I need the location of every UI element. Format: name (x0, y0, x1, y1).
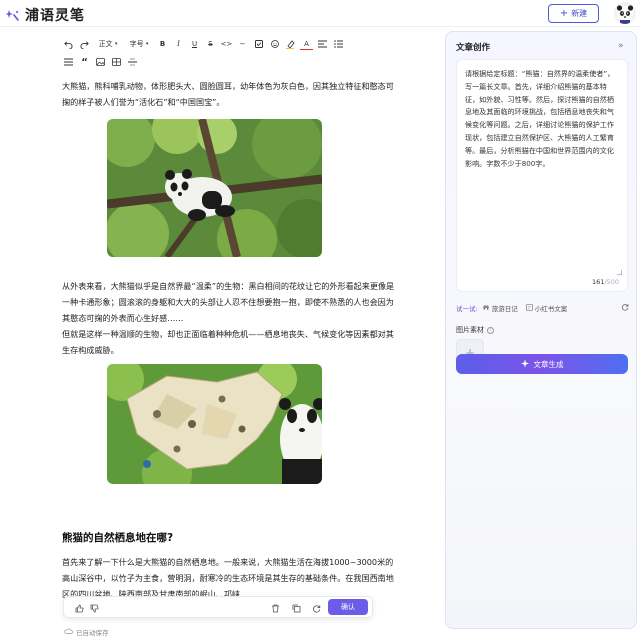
article-paragraph-4: 首先来了解一下什么是大熊猫的自然栖息地。一般来说，大熊猫生活在海拔1000~30… (62, 557, 394, 599)
info-icon[interactable]: i (487, 326, 494, 334)
floating-action-bar: 确认 (63, 596, 373, 618)
table-icon[interactable] (110, 55, 123, 69)
underline-icon[interactable]: U (188, 37, 201, 51)
try-option-xiaohongshu[interactable]: 小红书文案 (525, 303, 568, 313)
paragraph-style-label: 正文 (98, 40, 113, 48)
article-paragraph-2: 从外表来看，大熊猫似乎是自然界最“温柔”的生物：黑白相间的花纹让它的外形看起来更… (62, 281, 395, 323)
generate-label: 文章生成 (533, 359, 564, 369)
article-body[interactable]: 大熊猫，熊科哺乳动物，体形肥头大、圆脸圆耳，幼年体色为灰白色，因其独立特征和憨态… (62, 78, 396, 599)
logo-sparkle-icon (6, 8, 20, 22)
article-paragraph-1: 大熊猫，熊科哺乳动物，体形肥头大、圆脸圆耳，幼年体色为灰白色，因其独立特征和憨态… (62, 81, 394, 107)
refresh-icon[interactable] (621, 303, 629, 313)
try-option-travel-diary[interactable]: 旅游日记 (482, 303, 518, 313)
copy-icon[interactable] (290, 602, 302, 614)
panel-title: 文章创作 (456, 43, 491, 53)
thumbs-up-icon[interactable] (73, 602, 85, 614)
delete-icon[interactable] (269, 602, 281, 614)
code-icon[interactable]: <> (220, 37, 233, 51)
thumbs-down-icon[interactable] (88, 602, 100, 614)
ordered-list-icon[interactable] (62, 55, 75, 69)
highlight-icon[interactable] (284, 37, 297, 51)
paragraph-style-select[interactable]: 正文 ▾ (94, 37, 122, 51)
image-material-text: 图片素材 (456, 326, 484, 334)
panda-map-image[interactable] (107, 364, 322, 484)
autosave-status: 已自动保存 (64, 627, 109, 637)
new-button[interactable]: + 新建 (548, 4, 599, 23)
autosave-label: 已自动保存 (76, 629, 109, 637)
quote-icon[interactable]: “ (78, 55, 91, 69)
minus-icon[interactable]: − (236, 37, 249, 51)
editor-toolbar: 正文 ▾ 字号 ▾ B I U S <> − A “ (62, 36, 372, 70)
align-icon[interactable] (316, 37, 329, 51)
article-creation-panel: 文章创作 » 请根据给定标题：“熊猫：自然界的温柔使者”，写一篇长文章。首先，详… (445, 31, 637, 629)
font-size-select[interactable]: 字号 ▾ (125, 37, 153, 51)
try-option-label: 小红书文案 (534, 305, 568, 313)
cloud-icon (64, 628, 73, 636)
bold-icon[interactable]: B (156, 37, 169, 51)
prompt-textarea[interactable]: 请根据给定标题：“熊猫：自然界的温柔使者”，写一篇长文章。首先，详细介绍熊猫的基… (456, 59, 628, 292)
app-title: 浦语灵笔 (25, 8, 85, 24)
user-avatar[interactable] (614, 2, 636, 24)
image-material-label: 图片素材 i (456, 325, 494, 335)
collapse-double-chevron-icon[interactable]: » (618, 41, 624, 51)
car-icon (482, 304, 490, 312)
redo-icon[interactable] (78, 37, 91, 51)
panda-tree-image[interactable] (107, 119, 322, 257)
chevron-down-icon: ▾ (114, 41, 118, 47)
section-heading: 熊猫的自然栖息地在哪? (62, 532, 174, 544)
app-header: 浦语灵笔 + 新建 (0, 0, 640, 27)
new-button-label: 新建 (571, 9, 588, 18)
image-icon[interactable] (94, 55, 107, 69)
char-count-max: /500 (604, 278, 619, 286)
plus-icon: + (559, 7, 569, 19)
list-icon[interactable] (332, 37, 345, 51)
sparkle-icon (520, 359, 530, 370)
article-paragraph-3: 但就是这样一种温顺的生物，却也正面临着种种危机——栖息地丧失、气候变化等因素都对… (62, 329, 394, 355)
divider-icon[interactable] (126, 55, 139, 69)
strikethrough-icon[interactable]: S (204, 37, 217, 51)
resize-handle-icon[interactable] (617, 270, 622, 275)
font-size-label: 字号 (129, 40, 144, 48)
char-count: 161/500 (592, 278, 619, 286)
regenerate-icon[interactable] (310, 602, 322, 614)
confirm-button[interactable]: 确认 (328, 599, 368, 615)
italic-icon[interactable]: I (172, 37, 185, 51)
prompt-text: 请根据给定标题：“熊猫：自然界的温柔使者”，写一篇长文章。首先，详细介绍熊猫的基… (465, 69, 615, 168)
generate-article-button[interactable]: 文章生成 (456, 354, 628, 374)
chevron-down-icon: ▾ (145, 41, 149, 47)
app-logo[interactable]: 浦语灵笔 (6, 5, 85, 25)
undo-icon[interactable] (62, 37, 75, 51)
font-color-icon[interactable]: A (300, 39, 313, 50)
try-label: 试一试: (456, 305, 478, 313)
note-icon (525, 303, 533, 313)
char-count-current: 161 (591, 278, 605, 286)
emoji-icon[interactable] (268, 37, 281, 51)
try-suggestions: 试一试: 旅游日记 小红书文案 (456, 303, 629, 313)
try-option-label: 旅游日记 (491, 305, 518, 313)
checkbox-icon[interactable] (252, 37, 265, 51)
